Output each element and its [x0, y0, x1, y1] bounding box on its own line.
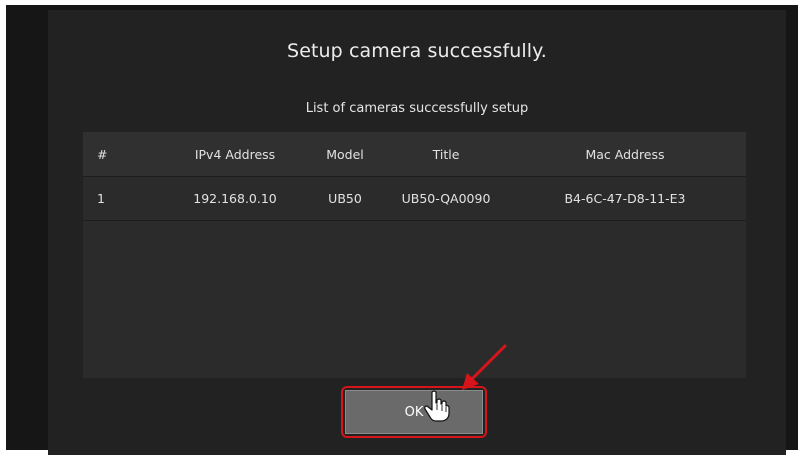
column-header-title: Title	[432, 146, 460, 162]
modal-backdrop: Setup camera successfully. List of camer…	[6, 5, 798, 455]
cell-mac-address: B4-6C-47-D8-11-E3	[564, 191, 686, 206]
column-header-number: #	[97, 146, 108, 162]
table-row[interactable]: 1 192.168.0.10 UB50 UB50-QA0090 B4-6C-47…	[83, 177, 746, 221]
dialog-title: Setup camera successfully.	[287, 40, 547, 62]
table-header-row: # IPv4 Address Model Title Mac Address	[83, 132, 746, 177]
column-header-mac-address: Mac Address	[585, 146, 665, 162]
cell-number: 1	[97, 191, 105, 206]
column-header-model: Model	[326, 146, 364, 162]
red-arrow-icon	[462, 344, 507, 390]
dialog-subtitle: List of cameras successfully setup	[305, 101, 529, 116]
cell-title: UB50-QA0090	[401, 191, 491, 206]
cell-model: UB50	[328, 191, 362, 206]
cell-ipv4-address: 192.168.0.10	[193, 191, 277, 206]
setup-success-dialog: Setup camera successfully. List of camer…	[48, 10, 786, 455]
column-header-ipv4-address: IPv4 Address	[194, 146, 276, 162]
cameras-table: # IPv4 Address Model Title Mac Address 1…	[83, 132, 746, 378]
hand-pointer-cursor-icon	[424, 390, 450, 422]
